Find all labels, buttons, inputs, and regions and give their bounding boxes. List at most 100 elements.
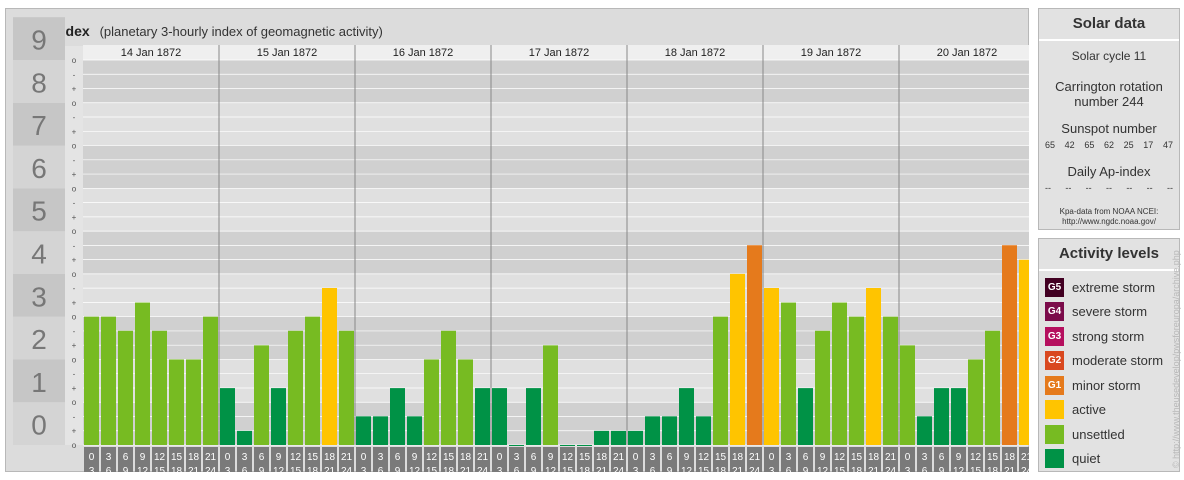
hour-label-end: 9 — [667, 466, 673, 472]
legend-label: strong storm — [1072, 328, 1145, 344]
plot-band — [83, 273, 1029, 317]
hour-label-start: 6 — [259, 452, 265, 463]
hour-label-start: 9 — [684, 452, 690, 463]
kp-bar — [747, 245, 762, 445]
ap-value: -- — [1105, 183, 1112, 193]
hour-label-start: 18 — [188, 452, 200, 463]
kpa-bar-chart: 0123456789o+-o+-o+-o+-o+-o+-o+-o+-o+-o14… — [13, 17, 1029, 472]
hour-label-start: 0 — [497, 452, 503, 463]
day-label: 15 Jan 1872 — [257, 47, 318, 59]
hour-label-start: 18 — [732, 452, 744, 463]
sunspot-value: 65 — [1084, 140, 1095, 150]
hour-label-start: 15 — [715, 452, 727, 463]
hour-label-end: 24 — [341, 466, 353, 472]
hour-label-start: 9 — [548, 452, 554, 463]
kp-bar — [390, 388, 405, 445]
hour-label-end: 21 — [324, 466, 336, 472]
y-tick-label: 5 — [31, 196, 47, 227]
sunspot-value: 25 — [1123, 140, 1134, 150]
legend-label: minor storm — [1072, 377, 1141, 393]
minor-tick-symbol: - — [73, 412, 76, 421]
hour-label-end: 18 — [987, 466, 999, 472]
sunspot-value: 62 — [1103, 140, 1114, 150]
minor-tick-symbol: - — [73, 327, 76, 336]
minor-tick-symbol: o — [72, 355, 77, 364]
hour-label-end: 9 — [259, 466, 265, 472]
hour-label-end: 15 — [562, 466, 574, 472]
kp-bar — [186, 359, 201, 445]
activity-levels-header: Activity levels — [1039, 239, 1179, 271]
sunspot-value: 42 — [1064, 140, 1075, 150]
minor-tick-symbol: - — [73, 284, 76, 293]
minor-tick-symbol: o — [72, 270, 77, 279]
hour-label-start: 0 — [89, 452, 95, 463]
kp-bar — [543, 345, 558, 445]
y-tick-label: 7 — [31, 110, 47, 141]
hour-label-start: 6 — [939, 452, 945, 463]
hour-label-end: 15 — [154, 466, 166, 472]
kp-bar — [951, 388, 966, 445]
plot-band — [83, 188, 1029, 232]
hour-label-start: 12 — [426, 452, 438, 463]
plot-band — [83, 102, 1029, 146]
hour-label-end: 9 — [123, 466, 129, 472]
kp-bar — [118, 330, 133, 445]
data-source-note: Kpa-data from NOAA NCEI: http://www.ngdc… — [1039, 207, 1179, 227]
kp-bar — [577, 445, 592, 446]
hour-label-end: 21 — [188, 466, 200, 472]
kp-bar — [645, 416, 660, 445]
minor-tick-symbol: - — [73, 199, 76, 208]
hour-label-end: 3 — [769, 466, 775, 472]
hour-label-end: 15 — [290, 466, 302, 472]
hour-label-end: 24 — [749, 466, 761, 472]
day-label: 17 Jan 1872 — [529, 47, 590, 59]
legend-swatch: G5 — [1045, 277, 1064, 297]
legend-item-g4: G4 severe storm — [1039, 300, 1179, 325]
kp-bar — [220, 388, 235, 445]
hour-label-start: 3 — [514, 452, 520, 463]
hour-label-start: 3 — [650, 452, 656, 463]
hour-label-end: 3 — [633, 466, 639, 472]
legend-item-g1: G1 minor storm — [1039, 373, 1179, 398]
source-link[interactable]: http://www.ngdc.noaa.gov/ — [1039, 217, 1179, 227]
hour-label-end: 3 — [905, 466, 911, 472]
minor-tick-symbol: o — [72, 398, 77, 407]
hour-label-start: 0 — [361, 452, 367, 463]
hour-label-end: 12 — [137, 466, 149, 472]
hour-label-end: 24 — [885, 466, 897, 472]
legend-item-g3: G3 strong storm — [1039, 324, 1179, 349]
minor-tick-symbol: + — [72, 427, 77, 436]
hour-label-end: 21 — [460, 466, 472, 472]
y-tick-label: 0 — [31, 410, 47, 441]
kp-bar — [900, 345, 915, 445]
watermark-text: © http://www.theusedevelop/pwsforeuropa/… — [1171, 250, 1181, 468]
minor-tick-symbol: + — [72, 170, 77, 179]
legend-item-g2: G2 moderate storm — [1039, 349, 1179, 374]
sunspot-values: 65 42 65 62 25 17 47 — [1039, 140, 1179, 150]
kp-bar — [917, 416, 932, 445]
sunspot-value: 47 — [1162, 140, 1173, 150]
hour-label-start: 21 — [885, 452, 897, 463]
hour-label-end: 9 — [939, 466, 945, 472]
hour-label-start: 0 — [633, 452, 639, 463]
kp-bar — [679, 388, 694, 445]
minor-tick-symbol: - — [73, 241, 76, 250]
minor-tick-symbol: + — [72, 85, 77, 94]
hour-label-start: 6 — [667, 452, 673, 463]
hour-label-start: 18 — [324, 452, 336, 463]
legend-swatch: G4 — [1045, 302, 1064, 322]
hour-label-start: 15 — [443, 452, 455, 463]
kp-bar — [611, 430, 626, 445]
hour-label-start: 12 — [698, 452, 710, 463]
kp-bar — [339, 330, 354, 445]
kp-bar — [628, 430, 643, 445]
kp-bar — [866, 288, 881, 445]
ap-index-values: -- -- -- -- -- -- -- — [1039, 183, 1179, 193]
sunspot-value: 17 — [1143, 140, 1154, 150]
hour-label-start: 9 — [956, 452, 962, 463]
kp-bar — [203, 316, 218, 445]
kp-bar — [101, 316, 116, 445]
day-label: 20 Jan 1872 — [937, 47, 998, 59]
hour-label-start: 12 — [562, 452, 574, 463]
minor-tick-symbol: + — [72, 298, 77, 307]
